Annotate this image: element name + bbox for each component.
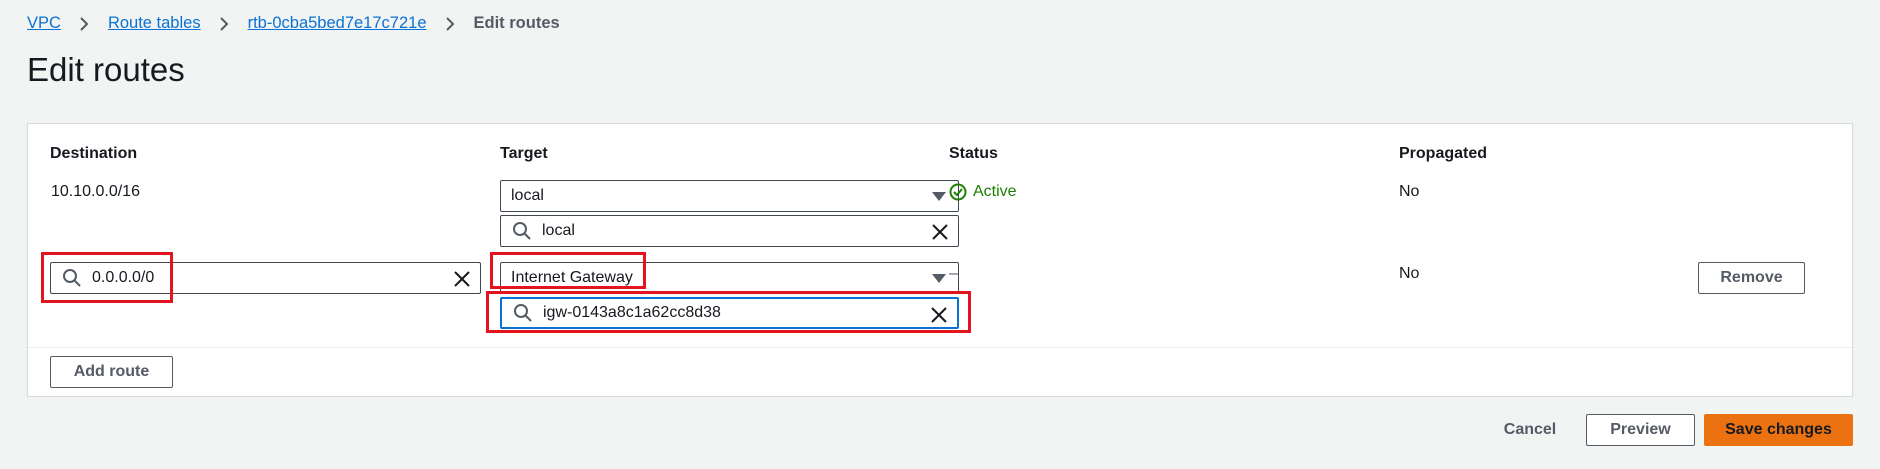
- route-propagated: No: [1399, 183, 1420, 200]
- route-destination: 10.10.0.0/16: [51, 183, 140, 200]
- edit-routes-page: VPC Route tables rtb-0cba5bed7e17c721e E…: [0, 0, 1880, 469]
- page-title: Edit routes: [27, 51, 185, 88]
- target-search-value: local: [542, 222, 575, 239]
- target-search-input[interactable]: local: [500, 215, 959, 247]
- breadcrumb-current: Edit routes: [473, 14, 560, 32]
- preview-button[interactable]: Preview: [1586, 414, 1695, 446]
- caret-down-icon: [932, 192, 946, 201]
- cancel-button[interactable]: Cancel: [1490, 414, 1570, 446]
- target-select-value: local: [511, 187, 544, 204]
- target-search-input[interactable]: igw-0143a8c1a62cc8d38: [500, 297, 959, 329]
- status-text: –: [949, 265, 958, 282]
- divider: [28, 347, 1852, 348]
- column-header-target: Target: [500, 145, 548, 162]
- clear-icon[interactable]: [931, 223, 949, 241]
- status-text: Active: [973, 183, 1017, 200]
- clear-icon[interactable]: [453, 270, 471, 288]
- column-header-status: Status: [949, 145, 998, 162]
- target-search-value: igw-0143a8c1a62cc8d38: [543, 304, 721, 321]
- breadcrumb-route-table-id-link[interactable]: rtb-0cba5bed7e17c721e: [248, 14, 427, 33]
- destination-search-input[interactable]: 0.0.0.0/0: [50, 262, 481, 294]
- remove-route-button[interactable]: Remove: [1698, 262, 1805, 294]
- column-header-destination: Destination: [50, 145, 138, 162]
- status-badge: Active: [949, 183, 1017, 201]
- chevron-right-icon: [78, 15, 90, 33]
- chevron-right-icon: [218, 15, 230, 33]
- route-propagated: No: [1399, 265, 1420, 282]
- check-circle-icon: [949, 183, 967, 201]
- breadcrumb-route-tables-link[interactable]: Route tables: [108, 14, 201, 33]
- destination-search-value: 0.0.0.0/0: [92, 269, 155, 286]
- breadcrumb-vpc-link[interactable]: VPC: [27, 14, 61, 33]
- column-header-propagated: Propagated: [1399, 145, 1488, 162]
- target-select-value: Internet Gateway: [511, 269, 633, 286]
- routes-panel: Destination Target Status Propagated 10.…: [27, 123, 1853, 397]
- clear-icon[interactable]: [930, 306, 948, 324]
- save-changes-button[interactable]: Save changes: [1704, 414, 1853, 446]
- search-icon: [512, 221, 532, 241]
- caret-down-icon: [932, 274, 946, 283]
- add-route-button[interactable]: Add route: [50, 356, 173, 388]
- target-select[interactable]: Internet Gateway: [500, 262, 959, 294]
- breadcrumb: VPC Route tables rtb-0cba5bed7e17c721e E…: [27, 14, 560, 33]
- target-select[interactable]: local: [500, 180, 959, 212]
- chevron-right-icon: [444, 15, 456, 33]
- search-icon: [62, 268, 82, 288]
- search-icon: [513, 303, 533, 323]
